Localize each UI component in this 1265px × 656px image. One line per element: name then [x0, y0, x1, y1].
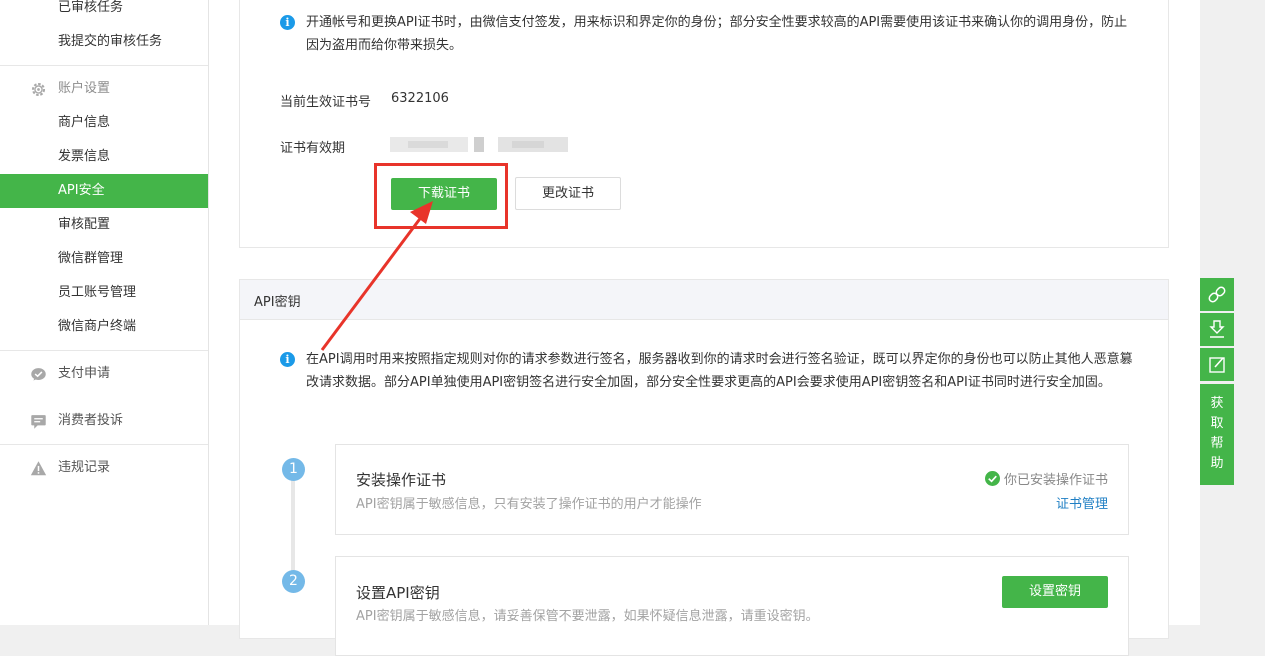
step-number: 1	[282, 458, 305, 481]
cert-validity-label: 证书有效期	[280, 141, 346, 156]
main-content: i 开通帐号和更换API证书时，由微信支付签发，用来标识和界定你的身份；部分安全…	[209, 0, 1200, 656]
sidebar-group-label: 账户设置	[58, 81, 111, 96]
cert-number-label: 当前生效证书号	[280, 95, 372, 110]
gear-icon	[31, 82, 46, 97]
info-icon: i	[280, 352, 295, 367]
download-icon	[1209, 320, 1225, 338]
api-key-header	[240, 280, 1168, 320]
sidebar-group-label: 违规记录	[58, 460, 111, 475]
help-char: 帮	[1210, 436, 1224, 451]
step-card-set-api-key: 设置API密钥 API密钥属于敏感信息，请妥善保管不要泄露，如果怀疑信息泄露，请…	[335, 556, 1129, 656]
link-button[interactable]	[1200, 278, 1234, 311]
api-key-title: API密钥	[254, 295, 301, 310]
sidebar-item-staff-accounts[interactable]: 员工账号管理	[0, 276, 208, 310]
comment-icon	[31, 415, 46, 429]
set-key-button[interactable]: 设置密钥	[1002, 576, 1108, 608]
cert-management-link[interactable]: 证书管理	[1056, 493, 1108, 512]
sidebar: 已审核任务 我提交的审核任务 账户设置 商户信息 发票信息 API安全 审核配置…	[0, 0, 209, 625]
chat-check-icon	[31, 368, 46, 381]
sidebar-item-invoice-info[interactable]: 发票信息	[0, 140, 208, 174]
step-timeline-line	[291, 470, 295, 576]
edit-icon	[1209, 357, 1225, 373]
api-key-notice: 在API调用时用来按照指定规则对你的请求参数进行签名，服务器收到你的请求时会进行…	[306, 352, 1133, 390]
sidebar-group-pay-apply[interactable]: 支付申请	[0, 357, 208, 391]
cert-number-value: 6322106	[391, 91, 449, 106]
get-help-button[interactable]: 获 取 帮 助	[1200, 384, 1234, 485]
sidebar-item-merchant-terminal[interactable]: 微信商户终端	[0, 310, 208, 344]
step-card-install-cert: 安装操作证书 API密钥属于敏感信息，只有安装了操作证书的用户才能操作 你已安装…	[335, 444, 1129, 535]
sidebar-divider	[0, 444, 208, 445]
step-desc: API密钥属于敏感信息，只有安装了操作证书的用户才能操作	[356, 497, 702, 512]
sidebar-item-wechat-group[interactable]: 微信群管理	[0, 242, 208, 276]
sidebar-group-complaints[interactable]: 消费者投诉	[0, 404, 208, 438]
sidebar-item-api-security[interactable]: API安全	[0, 174, 208, 208]
api-key-panel: API密钥 i 在API调用时用来按照指定规则对你的请求参数进行签名，服务器收到…	[239, 279, 1169, 656]
step-title: 安装操作证书	[356, 471, 447, 489]
step-title: 设置API密钥	[356, 584, 440, 602]
cert-installed-status: 你已安装操作证书	[984, 469, 1108, 488]
sidebar-item-my-review-tasks[interactable]: 我提交的审核任务	[0, 25, 208, 59]
sidebar-group-account-settings[interactable]: 账户设置	[0, 72, 208, 106]
cert-validity-blurred	[390, 136, 570, 154]
check-circle-icon	[984, 471, 1000, 486]
step-number: 2	[282, 570, 305, 593]
sidebar-divider	[0, 65, 208, 66]
link-icon	[1208, 286, 1226, 303]
edit-button[interactable]	[1200, 348, 1234, 381]
help-char: 获	[1210, 396, 1224, 411]
help-char: 取	[1210, 416, 1224, 431]
sidebar-group-label: 支付申请	[58, 366, 111, 381]
download-cert-button[interactable]: 下载证书	[391, 178, 497, 210]
status-text: 你已安装操作证书	[1003, 473, 1108, 488]
change-cert-button[interactable]: 更改证书	[515, 177, 621, 210]
help-char: 助	[1210, 456, 1224, 471]
info-icon: i	[280, 15, 295, 30]
sidebar-item-review-config[interactable]: 审核配置	[0, 208, 208, 242]
download-button[interactable]	[1200, 313, 1234, 346]
sidebar-item-reviewed-tasks[interactable]: 已审核任务	[0, 0, 208, 25]
sidebar-group-label: 消费者投诉	[58, 413, 124, 428]
sidebar-group-violations[interactable]: 违规记录	[0, 451, 208, 485]
warning-icon	[30, 461, 47, 476]
api-cert-panel: i 开通帐号和更换API证书时，由微信支付签发，用来标识和界定你的身份；部分安全…	[239, 0, 1169, 248]
sidebar-divider	[0, 350, 208, 351]
cert-notice: 开通帐号和更换API证书时，由微信支付签发，用来标识和界定你的身份；部分安全性要…	[306, 15, 1128, 53]
step-desc: API密钥属于敏感信息，请妥善保管不要泄露，如果怀疑信息泄露，请重设密钥。	[356, 609, 819, 624]
sidebar-item-merchant-info[interactable]: 商户信息	[0, 106, 208, 140]
